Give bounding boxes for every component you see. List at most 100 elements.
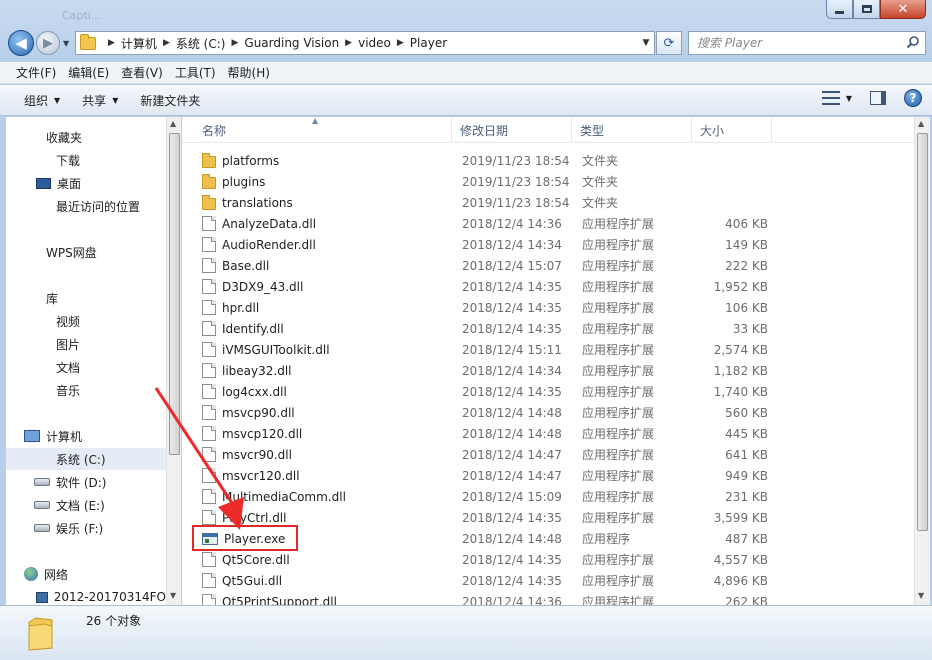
sidebar-item-network[interactable]: 网络 [6,563,166,585]
file-size: 641 KB [725,447,768,462]
minimize-icon [835,10,844,14]
menu-view[interactable]: 查看(V) [115,64,169,81]
navigation-scrollbar[interactable]: ▲ ▼ [166,117,181,605]
address-dropdown-icon[interactable]: ▼ [638,38,654,48]
scroll-down-icon[interactable]: ▼ [170,591,176,600]
chevron-right-icon[interactable]: ▶ [108,38,115,48]
chevron-right-icon[interactable]: ▶ [231,38,238,48]
file-size: 2,574 KB [713,342,768,357]
file-date: 2018/12/4 14:48 [462,531,562,546]
scroll-up-icon[interactable]: ▲ [918,119,924,128]
chevron-right-icon[interactable]: ▶ [397,38,404,48]
table-row[interactable]: msvcp120.dll 2018/12/4 14:48 应用程序扩展 445 KB [182,423,914,444]
file-date: 2018/12/4 14:35 [462,552,562,567]
address-bar[interactable]: ▶ 计算机 ▶ 系统 (C:) ▶ Guarding Vision ▶ vide… [75,31,655,55]
table-row[interactable]: msvcp90.dll 2018/12/4 14:48 应用程序扩展 560 KB [182,402,914,423]
table-row[interactable]: log4cxx.dll 2018/12/4 14:35 应用程序扩展 1,740 KB [182,381,914,402]
menu-help[interactable]: 帮助(H) [222,64,276,81]
table-row[interactable]: iVMSGUIToolkit.dll 2018/12/4 15:11 应用程序扩展 2… [182,339,914,360]
sidebar-item-music[interactable]: 音乐 [6,379,166,401]
new-folder-button[interactable]: 新建文件夹 [132,92,208,109]
breadcrumb-guarding-vision[interactable]: Guarding Vision [244,36,339,50]
preview-pane-icon[interactable] [870,91,886,105]
table-row[interactable]: msvcr90.dll 2018/12/4 14:47 应用程序扩展 641 KB [182,444,914,465]
breadcrumb-video[interactable]: video [358,36,391,50]
column-date[interactable]: 修改日期 [452,117,572,143]
scroll-down-icon[interactable]: ▼ [918,591,924,600]
sidebar-item-recent[interactable]: 最近访问的位置 [6,195,166,217]
sidebar-item-videos[interactable]: 视频 [6,310,166,332]
sidebar-item-desktop[interactable]: 桌面 [6,172,166,194]
table-row[interactable]: libeay32.dll 2018/12/4 14:34 应用程序扩展 1,182 K… [182,360,914,381]
scrollbar-thumb[interactable] [169,133,180,455]
table-row[interactable]: translations 2019/11/23 18:54 文件夹 [182,192,914,213]
table-row[interactable]: msvcr120.dll 2018/12/4 14:47 应用程序扩展 949 KB [182,465,914,486]
help-icon[interactable]: ? [904,89,922,107]
search-input[interactable] [697,36,897,50]
history-dropdown-icon[interactable]: ▼ [63,39,69,48]
search-icon[interactable] [906,35,920,49]
sidebar-item-wps[interactable]: WPS网盘 [6,241,166,263]
maximize-button[interactable] [853,0,880,19]
table-row[interactable]: platforms 2019/11/23 18:54 文件夹 [182,150,914,171]
view-options-icon[interactable] [821,91,840,105]
file-name: platforms [222,153,280,168]
sidebar-item-drive-d[interactable]: 软件 (D:) [6,471,166,493]
menu-edit[interactable]: 编辑(E) [62,64,115,81]
column-name[interactable]: 名称 ▲ [182,117,452,143]
chevron-down-icon[interactable]: ▼ [846,94,852,103]
back-button[interactable]: ◀ [8,30,34,56]
file-icon [202,489,216,504]
menu-file[interactable]: 文件(F) [10,64,62,81]
sidebar-item-label: 最近访问的位置 [56,199,141,214]
sidebar-item-label: 文档 [56,360,81,375]
table-row[interactable]: Qt5Core.dll 2018/12/4 14:35 应用程序扩展 4,557 KB [182,549,914,570]
column-size[interactable]: 大小 [692,117,772,143]
breadcrumb-player[interactable]: Player [410,36,447,50]
table-row[interactable]: MultimediaComm.dll 2018/12/4 15:09 应用程序扩展 2… [182,486,914,507]
table-row[interactable]: Identify.dll 2018/12/4 14:35 应用程序扩展 33 KB [182,318,914,339]
share-button[interactable]: 共享 ▼ [74,92,126,109]
forward-button[interactable]: ▶ [36,31,60,55]
table-row[interactable]: plugins 2019/11/23 18:54 文件夹 [182,171,914,192]
sidebar-item-drive-f[interactable]: 娱乐 (F:) [6,517,166,539]
sidebar-item-favorites[interactable]: 收藏夹 [6,126,166,148]
file-size: 4,557 KB [713,552,768,567]
sidebar-item-documents[interactable]: 文档 [6,356,166,378]
sidebar-item-network-pc[interactable]: 2012-20170314FO [6,586,166,605]
file-icon [202,468,216,483]
scroll-up-icon[interactable]: ▲ [170,119,176,128]
breadcrumb-computer[interactable]: 计算机 [121,35,157,52]
refresh-button[interactable]: ⟳ [656,31,682,55]
window-controls: ✕ [826,0,926,19]
file-name-cell: MultimediaComm.dll [182,489,442,504]
table-row[interactable]: Qt5PrintSupport.dll 2018/12/4 14:36 应用程序扩展… [182,591,914,605]
chevron-right-icon[interactable]: ▶ [345,38,352,48]
table-row[interactable]: D3DX9_43.dll 2018/12/4 14:35 应用程序扩展 1,952 K… [182,276,914,297]
file-name-cell: msvcr120.dll [182,468,442,483]
file-name: msvcp90.dll [222,405,295,420]
sidebar-item-label: WPS网盘 [46,245,97,260]
table-row[interactable]: AnalyzeData.dll 2018/12/4 14:36 应用程序扩展 406 … [182,213,914,234]
table-row[interactable]: Base.dll 2018/12/4 15:07 应用程序扩展 222 KB [182,255,914,276]
search-box[interactable] [688,31,926,55]
sidebar-item-drive-e[interactable]: 文档 (E:) [6,494,166,516]
close-button[interactable]: ✕ [880,0,926,19]
table-row[interactable]: hpr.dll 2018/12/4 14:35 应用程序扩展 106 KB [182,297,914,318]
sidebar-item-computer[interactable]: 计算机 [6,425,166,447]
minimize-button[interactable] [826,0,853,19]
sidebar-item-libraries[interactable]: 库 [6,287,166,309]
column-type[interactable]: 类型 [572,117,692,143]
table-row[interactable]: Qt5Gui.dll 2018/12/4 14:35 应用程序扩展 4,896 KB [182,570,914,591]
table-row[interactable]: AudioRender.dll 2018/12/4 14:34 应用程序扩展 149 … [182,234,914,255]
sidebar-item-drive-c[interactable]: 系统 (C:) [6,448,166,470]
breadcrumb-drive-c[interactable]: 系统 (C:) [176,35,226,52]
file-list-scrollbar[interactable]: ▲ ▼ [914,117,930,605]
sidebar-item-pictures[interactable]: 图片 [6,333,166,355]
chevron-right-icon[interactable]: ▶ [163,38,170,48]
organize-button[interactable]: 组织 ▼ [16,92,68,109]
file-date: 2018/12/4 14:35 [462,510,562,525]
scrollbar-thumb[interactable] [917,133,928,531]
sidebar-item-downloads[interactable]: 下载 [6,149,166,171]
menu-tools[interactable]: 工具(T) [169,64,222,81]
